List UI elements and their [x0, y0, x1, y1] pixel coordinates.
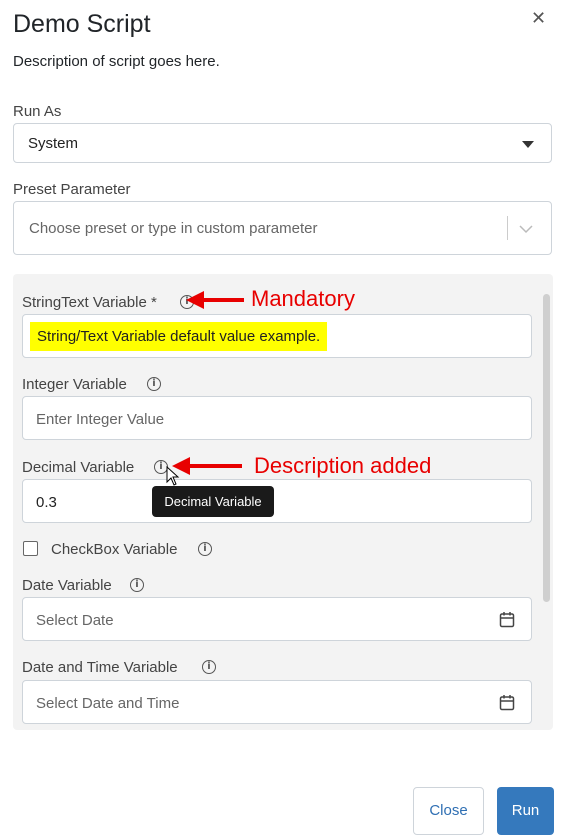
preset-separator — [507, 216, 508, 240]
dialog-description: Description of script goes here. — [13, 53, 220, 70]
preset-parameter-input[interactable]: Choose preset or type in custom paramete… — [13, 201, 552, 255]
calendar-icon[interactable] — [499, 611, 515, 633]
info-icon[interactable]: i — [130, 578, 144, 592]
panel-scrollbar[interactable] — [543, 294, 550, 602]
datetime-label: Date and Time Variable — [22, 659, 178, 676]
run-as-value: System — [28, 135, 79, 152]
chevron-down-icon[interactable] — [518, 221, 534, 242]
run-button[interactable]: Run — [497, 787, 554, 835]
annotation-arrow-icon — [186, 290, 246, 315]
calendar-icon[interactable] — [499, 694, 515, 716]
integer-label: Integer Variable — [22, 376, 127, 393]
dropdown-caret-icon — [522, 141, 534, 148]
info-icon[interactable]: i — [198, 542, 212, 556]
preset-parameter-placeholder: Choose preset or type in custom paramete… — [29, 220, 318, 237]
decimal-label: Decimal Variable — [22, 459, 135, 476]
decimal-value: 0.3 — [36, 494, 57, 511]
date-field[interactable]: Select Date — [22, 597, 532, 641]
integer-field[interactable]: Enter Integer Value — [22, 396, 532, 440]
mandatory-annotation: Mandatory — [251, 286, 355, 311]
close-icon[interactable]: ✕ — [531, 8, 546, 29]
checkbox-variable-input[interactable] — [23, 541, 38, 556]
dialog-title: Demo Script — [13, 10, 151, 38]
info-icon[interactable]: i — [147, 377, 161, 391]
string-text-label: StringText Variable * — [22, 294, 157, 311]
integer-placeholder: Enter Integer Value — [36, 411, 165, 428]
date-label: Date Variable — [22, 577, 112, 594]
description-added-annotation: Description added — [254, 453, 432, 478]
run-as-select[interactable]: System — [13, 123, 552, 163]
checkbox-label: CheckBox Variable — [51, 541, 178, 558]
datetime-placeholder: Select Date and Time — [36, 695, 180, 712]
close-button[interactable]: Close — [413, 787, 484, 835]
annotation-arrow-icon — [172, 456, 244, 481]
decimal-field[interactable]: 0.3 — [22, 479, 532, 523]
run-as-label: Run As — [13, 103, 62, 120]
preset-parameter-label: Preset Parameter — [13, 181, 131, 198]
string-text-value: String/Text Variable default value examp… — [30, 322, 328, 351]
date-placeholder: Select Date — [36, 612, 114, 629]
info-icon[interactable]: i — [202, 660, 216, 674]
string-text-field[interactable]: String/Text Variable default value examp… — [22, 314, 532, 358]
datetime-field[interactable]: Select Date and Time — [22, 680, 532, 724]
